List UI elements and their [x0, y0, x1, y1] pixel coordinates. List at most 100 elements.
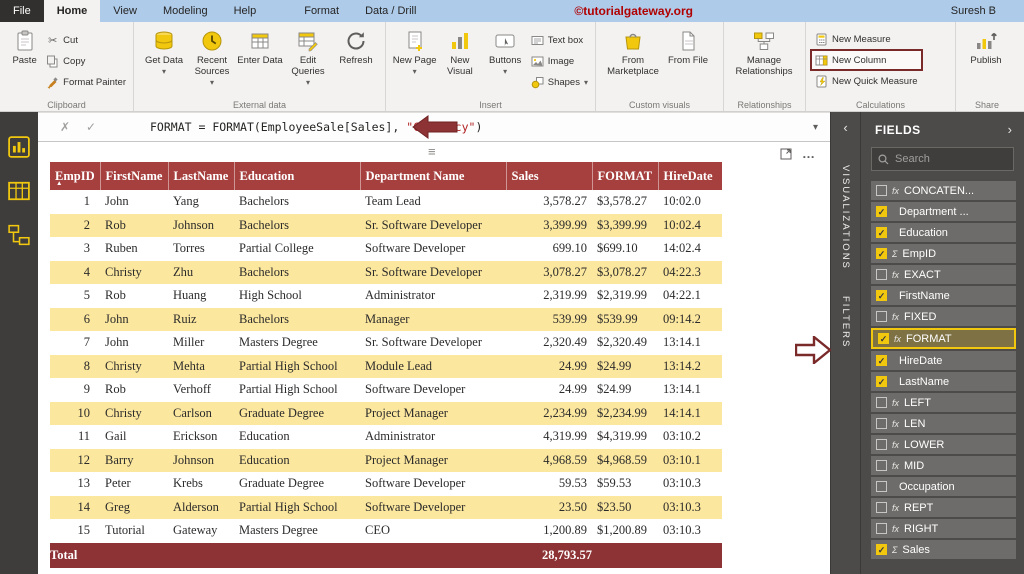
field-item[interactable]: ✓ Σ EmpID: [871, 244, 1016, 263]
table-row[interactable]: 10 Christy Carlson Graduate Degree Proje…: [50, 401, 722, 425]
focus-mode-icon[interactable]: [780, 148, 792, 160]
table-row[interactable]: 1 John Yang Bachelors Team Lead 3,578.27…: [50, 190, 722, 214]
menu-tab[interactable]: Format: [291, 0, 352, 22]
field-item[interactable]: fx REPT: [871, 498, 1016, 517]
field-item[interactable]: fx FIXED: [871, 307, 1016, 326]
menu-tab[interactable]: View: [100, 0, 150, 22]
table-row[interactable]: 2 Rob Johnson Bachelors Sr. Software Dev…: [50, 213, 722, 237]
field-item[interactable]: ✓ HireDate: [871, 351, 1016, 370]
field-checkbox[interactable]: [876, 523, 887, 534]
menu-tab[interactable]: File: [0, 0, 44, 22]
field-checkbox[interactable]: ✓: [876, 227, 887, 238]
new-column-button[interactable]: New Column: [810, 49, 923, 71]
menu-tab[interactable]: Home: [43, 0, 101, 22]
edit-queries-button[interactable]: Edit Queries ▾: [284, 26, 332, 87]
expand-pane-chevron[interactable]: ‹: [843, 120, 847, 135]
field-item[interactable]: fx LEFT: [871, 393, 1016, 412]
field-item[interactable]: fx EXACT: [871, 265, 1016, 284]
field-checkbox[interactable]: ✓: [878, 333, 889, 344]
field-checkbox[interactable]: ✓: [876, 248, 887, 259]
data-view-icon[interactable]: [8, 180, 30, 202]
refresh-button[interactable]: Refresh: [332, 26, 380, 67]
field-checkbox[interactable]: [876, 397, 887, 408]
field-checkbox[interactable]: ✓: [876, 206, 887, 217]
new-measure-button[interactable]: New Measure: [812, 30, 921, 48]
table-row[interactable]: 12 Barry Johnson Education Project Manag…: [50, 448, 722, 472]
dax-formula[interactable]: FORMAT = FORMAT(EmployeeSale[Sales], "Cu…: [150, 120, 482, 134]
formula-cancel-button[interactable]: ✗: [52, 120, 78, 134]
copy-button[interactable]: Copy: [43, 52, 129, 70]
field-item[interactable]: ✓ Education: [871, 223, 1016, 242]
field-item[interactable]: fx RIGHT: [871, 519, 1016, 538]
column-header[interactable]: Department Name: [360, 162, 507, 190]
sort-ascending-icon[interactable]: ▲: [56, 180, 62, 187]
field-item[interactable]: fx LOWER: [871, 435, 1016, 454]
new-page-button[interactable]: New Page ▾: [392, 26, 437, 76]
field-item[interactable]: ✓ LastName: [871, 372, 1016, 391]
report-view-icon[interactable]: [8, 136, 30, 158]
buttons-button[interactable]: Buttons ▾: [483, 26, 528, 76]
text-box-button[interactable]: Text box: [528, 31, 591, 49]
enter-data-button[interactable]: Enter Data: [236, 26, 284, 67]
visual-drag-handle[interactable]: ≡: [428, 144, 437, 159]
field-checkbox[interactable]: [876, 269, 887, 280]
field-checkbox[interactable]: ✓: [876, 290, 887, 301]
column-header[interactable]: HireDate: [658, 162, 723, 190]
field-checkbox[interactable]: [876, 418, 887, 429]
column-header[interactable]: FORMAT: [592, 162, 659, 190]
paste-button[interactable]: Paste: [6, 26, 43, 67]
table-row[interactable]: 4 Christy Zhu Bachelors Sr. Software Dev…: [50, 260, 722, 284]
table-visual[interactable]: ▲ EmpID FirstName LastName Education Departm…: [50, 162, 723, 568]
more-options-icon[interactable]: …: [802, 146, 816, 161]
formula-expand-chevron[interactable]: ▾: [813, 122, 818, 133]
table-row[interactable]: 15 Tutorial Gateway Masters Degree CEO 1…: [50, 519, 722, 543]
field-checkbox[interactable]: [876, 185, 887, 196]
get-data-button[interactable]: Get Data ▾: [140, 26, 188, 76]
menu-tab[interactable]: Modeling: [150, 0, 221, 22]
table-row[interactable]: 9 Rob Verhoff Partial High School Softwa…: [50, 378, 722, 402]
table-row[interactable]: 13 Peter Krebs Graduate Degree Software …: [50, 472, 722, 496]
from-file-button[interactable]: From File: [664, 26, 712, 67]
field-item[interactable]: fx CONCATEN...: [871, 181, 1016, 200]
recent-sources-button[interactable]: Recent Sources ▾: [188, 26, 236, 87]
new-quick-measure-button[interactable]: New Quick Measure: [812, 72, 921, 90]
filters-pane-tab[interactable]: FILTERS: [840, 296, 851, 348]
column-header[interactable]: Education: [234, 162, 361, 190]
publish-button[interactable]: Publish: [962, 26, 1010, 67]
cut-button[interactable]: ✂ Cut: [43, 31, 129, 49]
table-row[interactable]: 5 Rob Huang High School Administrator 2,…: [50, 284, 722, 308]
table-row[interactable]: 3 Ruben Torres Partial College Software …: [50, 237, 722, 261]
menu-tab[interactable]: Data / Drill: [352, 0, 429, 22]
field-item[interactable]: fx LEN: [871, 414, 1016, 433]
field-checkbox[interactable]: [876, 439, 887, 450]
table-row[interactable]: 8 Christy Mehta Partial High School Modu…: [50, 354, 722, 378]
table-row[interactable]: 6 John Ruiz Bachelors Manager 539.99 $53…: [50, 307, 722, 331]
formula-bar[interactable]: ✗ ✓ FORMAT = FORMAT(EmployeeSale[Sales],…: [38, 112, 830, 142]
field-checkbox[interactable]: [876, 311, 887, 322]
model-view-icon[interactable]: [8, 224, 30, 246]
column-header[interactable]: Sales: [506, 162, 593, 190]
field-checkbox[interactable]: ✓: [876, 544, 887, 555]
formula-commit-button[interactable]: ✓: [78, 120, 104, 134]
field-checkbox[interactable]: ✓: [876, 376, 887, 387]
signed-in-user[interactable]: Suresh B: [951, 0, 1024, 22]
fields-search[interactable]: [871, 147, 1014, 171]
field-item[interactable]: ✓ Department ...: [871, 202, 1016, 221]
field-checkbox[interactable]: ✓: [876, 355, 887, 366]
table-row[interactable]: 11 Gail Erickson Education Administrator…: [50, 425, 722, 449]
field-item[interactable]: Occupation: [871, 477, 1016, 496]
from-marketplace-button[interactable]: From Marketplace: [602, 26, 664, 78]
field-item[interactable]: ✓ Σ Sales: [871, 540, 1016, 559]
field-checkbox[interactable]: [876, 481, 887, 492]
field-item[interactable]: ✓ FirstName: [871, 286, 1016, 305]
menu-tab[interactable]: Help: [221, 0, 270, 22]
collapse-fields-chevron[interactable]: ›: [1008, 122, 1012, 137]
new-visual-button[interactable]: New Visual: [437, 26, 482, 78]
visualizations-pane-tab[interactable]: VISUALIZATIONS: [840, 165, 851, 270]
search-input[interactable]: [895, 153, 1005, 165]
field-item[interactable]: fx MID: [871, 456, 1016, 475]
column-header[interactable]: LastName: [168, 162, 235, 190]
table-row[interactable]: 7 John Miller Masters Degree Sr. Softwar…: [50, 331, 722, 355]
format-painter-button[interactable]: Format Painter: [43, 73, 129, 91]
shapes-button[interactable]: Shapes ▾: [528, 73, 591, 91]
